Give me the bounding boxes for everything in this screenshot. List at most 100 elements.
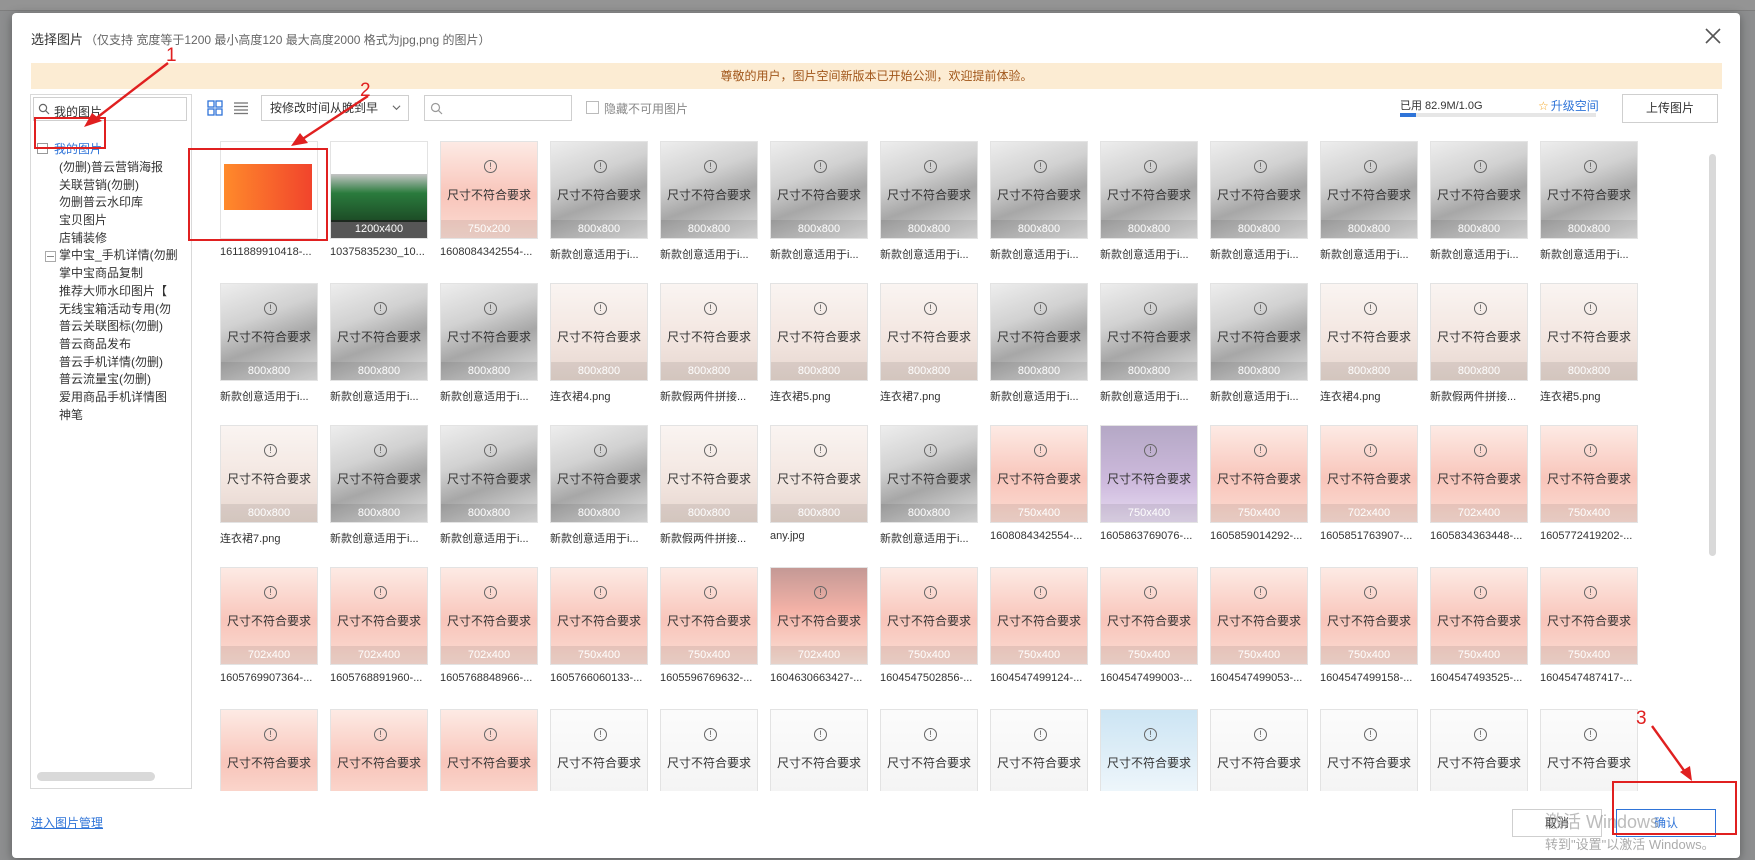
image-thumbnail[interactable]: ! 尺寸不符合要求: [660, 709, 758, 791]
image-card[interactable]: ! 尺寸不符合要求 800x800 新款创意适用于i...: [539, 141, 649, 271]
image-thumbnail[interactable]: ! 尺寸不符合要求: [330, 709, 428, 791]
image-thumbnail[interactable]: ! 尺寸不符合要求 800x800: [660, 425, 758, 523]
image-card[interactable]: ! 尺寸不符合要求: [979, 709, 1089, 791]
image-thumbnail[interactable]: ! 尺寸不符合要求 800x800: [880, 141, 978, 239]
image-thumbnail[interactable]: ! 尺寸不符合要求 750x400: [990, 425, 1088, 523]
image-thumbnail[interactable]: ! 尺寸不符合要求 702x400: [770, 567, 868, 665]
tree-item[interactable]: (勿删)普云营销海报: [59, 159, 178, 177]
image-card[interactable]: ! 尺寸不符合要求: [319, 709, 429, 791]
tree-item[interactable]: 神笔: [59, 407, 178, 425]
image-card[interactable]: ! 尺寸不符合要求 750x400 1605772419202-...: [1529, 425, 1639, 555]
image-thumbnail[interactable]: ! 尺寸不符合要求 702x400: [1320, 425, 1418, 523]
image-thumbnail[interactable]: ! 尺寸不符合要求 800x800: [660, 283, 758, 381]
image-thumbnail[interactable]: ! 尺寸不符合要求: [990, 709, 1088, 791]
image-thumbnail[interactable]: ! 尺寸不符合要求 800x800: [770, 141, 868, 239]
tree-item[interactable]: 宝贝图片: [59, 212, 178, 230]
image-thumbnail[interactable]: ! 尺寸不符合要求 750x400: [660, 567, 758, 665]
image-thumbnail[interactable]: ! 尺寸不符合要求 800x800: [550, 425, 648, 523]
image-thumbnail[interactable]: ! 尺寸不符合要求 800x800: [770, 425, 868, 523]
image-card[interactable]: ! 尺寸不符合要求 800x800 新款创意适用于i...: [759, 141, 869, 271]
image-search-input[interactable]: [424, 95, 572, 121]
image-card[interactable]: ! 尺寸不符合要求: [539, 709, 649, 791]
grid-vertical-scrollbar[interactable]: [1709, 154, 1716, 556]
image-card[interactable]: !尺寸不符合要求1200x400 10375835230_10...: [319, 141, 429, 271]
image-thumbnail[interactable]: ! 尺寸不符合要求 800x800: [330, 283, 428, 381]
image-card[interactable]: ! 尺寸不符合要求 800x800 新款创意适用于i...: [979, 141, 1089, 271]
image-thumbnail[interactable]: ! 尺寸不符合要求: [1210, 709, 1308, 791]
image-card[interactable]: ! 尺寸不符合要求 750x400 1605766060133-...: [539, 567, 649, 697]
image-card[interactable]: ! 尺寸不符合要求 800x800 新款创意适用于i...: [319, 283, 429, 413]
tree-item[interactable]: 普云流量宝(勿删): [59, 371, 178, 389]
image-thumbnail[interactable]: ! 尺寸不符合要求 750x400: [880, 567, 978, 665]
image-card[interactable]: ! 尺寸不符合要求 750x400 1605596769632-...: [649, 567, 759, 697]
image-card[interactable]: ! 尺寸不符合要求: [1199, 709, 1309, 791]
image-thumbnail[interactable]: ! 尺寸不符合要求 800x800: [1430, 283, 1528, 381]
image-card[interactable]: ! 尺寸不符合要求 750x400 1604547499124-...: [979, 567, 1089, 697]
image-thumbnail[interactable]: ! 尺寸不符合要求 750x200: [440, 141, 538, 239]
tree-item[interactable]: 关联营销(勿删): [59, 177, 178, 195]
tree-item[interactable]: 普云关联图标(勿删): [59, 318, 178, 336]
image-card[interactable]: ! 尺寸不符合要求: [759, 709, 869, 791]
image-thumbnail[interactable]: ! 尺寸不符合要求 800x800: [220, 283, 318, 381]
image-thumbnail[interactable]: ! 尺寸不符合要求: [220, 709, 318, 791]
hide-unusable-checkbox[interactable]: [586, 101, 599, 114]
image-card[interactable]: ! 尺寸不符合要求 702x400 1605769907364-...: [209, 567, 319, 697]
list-view-icon[interactable]: [233, 100, 249, 116]
image-card[interactable]: ! 尺寸不符合要求: [869, 709, 979, 791]
image-card[interactable]: ! 尺寸不符合要求: [429, 709, 539, 791]
image-thumbnail[interactable]: ! 尺寸不符合要求 800x800: [440, 425, 538, 523]
tree-item[interactable]: 勿删普云水印库: [59, 194, 178, 212]
image-thumbnail[interactable]: ! 尺寸不符合要求 750x400: [1100, 425, 1198, 523]
image-thumbnail[interactable]: ! 尺寸不符合要求 800x800: [880, 283, 978, 381]
image-thumbnail[interactable]: ! 尺寸不符合要求: [1320, 709, 1418, 791]
image-thumbnail[interactable]: ! 尺寸不符合要求: [550, 709, 648, 791]
tree-item[interactable]: 无线宝箱活动专用(勿: [59, 301, 178, 319]
image-card[interactable]: ! 尺寸不符合要求 702x400 1604630663427-...: [759, 567, 869, 697]
image-card[interactable]: ! 尺寸不符合要求 800x800 新款创意适用于i...: [319, 425, 429, 555]
image-card[interactable]: ! 尺寸不符合要求 702x400 1605768891960-...: [319, 567, 429, 697]
image-thumbnail[interactable]: ! 尺寸不符合要求 750x400: [1210, 425, 1308, 523]
image-card[interactable]: ! 尺寸不符合要求 800x800 连衣裙4.png: [1309, 283, 1419, 413]
image-thumbnail[interactable]: ! 尺寸不符合要求: [770, 709, 868, 791]
image-card[interactable]: ! 尺寸不符合要求 800x800 新款创意适用于i...: [869, 141, 979, 271]
image-thumbnail[interactable]: ! 尺寸不符合要求 750x400: [1430, 567, 1528, 665]
image-thumbnail[interactable]: ! 尺寸不符合要求 800x800: [1540, 283, 1638, 381]
image-thumbnail[interactable]: ! 尺寸不符合要求 800x800: [1540, 141, 1638, 239]
image-thumbnail[interactable]: ! 尺寸不符合要求 702x400: [440, 567, 538, 665]
upgrade-space-link[interactable]: ☆ 升级空间: [1538, 97, 1599, 114]
image-thumbnail[interactable]: ! 尺寸不符合要求 800x800: [440, 283, 538, 381]
image-thumbnail[interactable]: ! 尺寸不符合要求 800x800: [550, 141, 648, 239]
manage-images-link[interactable]: 进入图片管理: [31, 814, 103, 831]
image-card[interactable]: ! 尺寸不符合要求: [649, 709, 759, 791]
image-card[interactable]: ! 尺寸不符合要求: [1089, 709, 1199, 791]
image-card[interactable]: ! 尺寸不符合要求 800x800 新款创意适用于i...: [1309, 141, 1419, 271]
image-card[interactable]: ! 尺寸不符合要求 750x400 1608084342554-...: [979, 425, 1089, 555]
image-thumbnail[interactable]: ! 尺寸不符合要求 702x400: [1430, 425, 1528, 523]
upload-image-button[interactable]: 上传图片: [1622, 94, 1718, 123]
image-card[interactable]: ! 尺寸不符合要求 800x800 连衣裙5.png: [1529, 283, 1639, 413]
image-card[interactable]: ! 尺寸不符合要求: [209, 709, 319, 791]
image-thumbnail[interactable]: ! 尺寸不符合要求 800x800: [1100, 141, 1198, 239]
image-card[interactable]: ! 尺寸不符合要求 750x400 1604547502856-...: [869, 567, 979, 697]
image-card[interactable]: ! 尺寸不符合要求 800x800 新款创意适用于i...: [1199, 141, 1309, 271]
image-card[interactable]: ! 尺寸不符合要求 750x400 1604547499158-...: [1309, 567, 1419, 697]
image-card[interactable]: ! 尺寸不符合要求 750x200 1608084342554-...: [429, 141, 539, 271]
image-card[interactable]: ! 尺寸不符合要求 750x400 1604547487417-...: [1529, 567, 1639, 697]
image-card[interactable]: ! 尺寸不符合要求 800x800 新款假两件拼接...: [1419, 283, 1529, 413]
image-thumbnail[interactable]: ! 尺寸不符合要求 800x800: [990, 141, 1088, 239]
image-thumbnail[interactable]: ! 尺寸不符合要求 750x400: [1320, 567, 1418, 665]
collapse-icon[interactable]: [45, 251, 56, 263]
tree-item[interactable]: 爱用商品手机详情图: [59, 389, 178, 407]
image-thumbnail[interactable]: ! 尺寸不符合要求 750x400: [1100, 567, 1198, 665]
image-card[interactable]: ! 尺寸不符合要求 800x800 新款创意适用于i...: [429, 283, 539, 413]
image-card[interactable]: ! 尺寸不符合要求 800x800 连衣裙5.png: [759, 283, 869, 413]
image-thumbnail[interactable]: ! 尺寸不符合要求 800x800: [1210, 283, 1308, 381]
image-thumbnail[interactable]: ! 尺寸不符合要求 750x400: [1210, 567, 1308, 665]
image-thumbnail[interactable]: ! 尺寸不符合要求 800x800: [1320, 283, 1418, 381]
image-thumbnail[interactable]: ! 尺寸不符合要求 702x400: [330, 567, 428, 665]
image-thumbnail[interactable]: ! 尺寸不符合要求 800x800: [990, 283, 1088, 381]
image-thumbnail[interactable]: ! 尺寸不符合要求 800x800: [550, 283, 648, 381]
image-card[interactable]: ! 尺寸不符合要求 800x800 新款创意适用于i...: [649, 141, 759, 271]
image-thumbnail[interactable]: ! 尺寸不符合要求: [440, 709, 538, 791]
tree-item[interactable]: 掌中宝商品复制: [59, 265, 178, 283]
